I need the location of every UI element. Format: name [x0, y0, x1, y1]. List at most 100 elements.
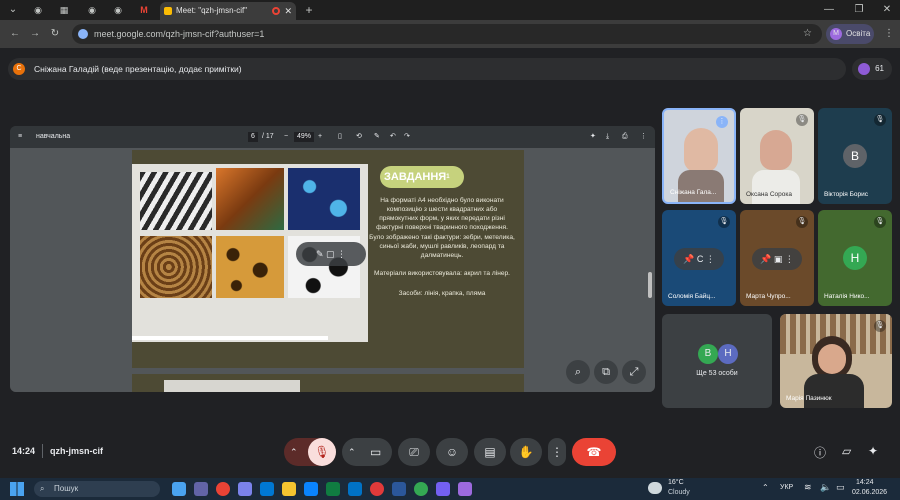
chrome-icon-2[interactable]: [414, 482, 428, 496]
present-screen-button[interactable]: ⎚: [398, 438, 430, 466]
zoom-out-icon[interactable]: −: [284, 126, 288, 148]
profile-button[interactable]: M Освіта: [826, 24, 874, 44]
participant-name: Марія Пазинюк: [786, 395, 832, 402]
participant-tile-5[interactable]: 📌 ▣ ⋮ 🎙 Марта Чупро...: [740, 210, 814, 306]
pdf-zoom-value[interactable]: 49%: [294, 132, 314, 142]
weather-temp[interactable]: 16°C: [668, 479, 684, 486]
redo-icon[interactable]: ↷: [404, 126, 410, 148]
gmail-tab-icon[interactable]: M: [132, 2, 156, 18]
chat-icon[interactable]: ▱: [842, 444, 851, 458]
activities-icon[interactable]: ✦: [868, 444, 878, 458]
maximize-icon[interactable]: ❐: [850, 2, 868, 18]
zoom-in-presentation-button[interactable]: ⌕: [566, 360, 590, 384]
taskbar-date[interactable]: 02.06.2026: [852, 489, 887, 496]
reload-icon[interactable]: ↻: [46, 26, 64, 42]
forward-icon[interactable]: →: [26, 26, 44, 42]
meeting-info-icon[interactable]: ⓘ: [814, 444, 826, 461]
mic-control-group[interactable]: ⌃ 🎙: [284, 438, 336, 466]
battery-icon[interactable]: ▭: [836, 482, 845, 493]
participant-tile-4[interactable]: 📌 С ⋮ 🎙 Соломія Байц...: [662, 210, 736, 306]
tab-meet[interactable]: Meet: "qzh-jmsn-cif" ✕: [160, 2, 296, 20]
file-explorer-icon[interactable]: [282, 482, 296, 496]
butterfly-texture-tile: [216, 168, 284, 230]
edge-icon[interactable]: [260, 482, 274, 496]
slide-page: ✎ ▢ ⋮ ЗАВДАННЯ1 На форматі А4 необхідно …: [132, 150, 524, 368]
taskbar-search-box[interactable]: ⌕ Пошук: [34, 481, 160, 497]
pdf-page-area[interactable]: ✎ ▢ ⋮ ЗАВДАННЯ1 На форматі А4 необхідно …: [10, 148, 655, 392]
close-window-icon[interactable]: ✕: [878, 2, 896, 18]
chrome-icon-3[interactable]: [458, 482, 472, 496]
mic-options-chevron-icon[interactable]: ⌃: [290, 438, 298, 466]
frog-texture-tile: [288, 168, 360, 230]
bookmark-star-icon[interactable]: ☆: [803, 24, 812, 44]
download-icon[interactable]: ⤓: [606, 126, 609, 148]
participant-tile-1[interactable]: ⋮ Сніжана Гала...: [662, 108, 736, 204]
tray-chevron-icon[interactable]: ⌃: [762, 483, 769, 492]
participant-video-2: [760, 130, 792, 170]
pdf-page-input[interactable]: 6: [248, 132, 258, 142]
print-icon[interactable]: ⎙: [622, 126, 628, 148]
pop-out-button[interactable]: ⧉: [594, 360, 618, 384]
volume-icon[interactable]: 🔈: [820, 482, 831, 493]
site-info-icon[interactable]: [78, 29, 88, 39]
image-overlay-controls[interactable]: ✎ ▢ ⋮: [296, 242, 366, 266]
captions-button[interactable]: ▤: [474, 438, 506, 466]
participant-avatar: С: [696, 254, 704, 264]
more-people-avatar-2: Н: [718, 344, 738, 364]
pinned-tab-1[interactable]: ◉: [26, 2, 50, 18]
more-people-tile[interactable]: В Н Ще 53 особи: [662, 314, 772, 408]
fullscreen-button[interactable]: ⤢: [622, 360, 646, 384]
participant-tile-7[interactable]: 🎙 Марія Пазинюк: [780, 314, 892, 408]
participant-avatar: Н: [843, 246, 867, 270]
zoom-in-icon[interactable]: +: [318, 126, 322, 148]
mail-icon[interactable]: [348, 482, 362, 496]
tile-controls[interactable]: 📌 ▣ ⋮: [752, 248, 802, 270]
camera-control-group[interactable]: ⌃ ▭: [342, 438, 392, 466]
language-indicator[interactable]: УКР: [780, 484, 793, 491]
browser-menu-icon[interactable]: ⋮: [880, 26, 898, 42]
fit-page-icon[interactable]: ▯: [338, 126, 342, 148]
meet-app-icon[interactable]: [238, 482, 252, 496]
rotate-icon[interactable]: ⟲: [356, 126, 362, 148]
excel-icon[interactable]: [326, 482, 340, 496]
pinned-tab-3[interactable]: ◉: [80, 2, 104, 18]
camera-icon[interactable]: ▭: [370, 438, 381, 466]
undo-icon[interactable]: ↶: [390, 126, 396, 148]
task-view-icon[interactable]: [172, 482, 186, 496]
more-options-button[interactable]: ⋮: [548, 438, 566, 466]
pinned-tab-2[interactable]: ▦: [52, 2, 76, 18]
emoji-reaction-button[interactable]: ☺: [436, 438, 468, 466]
store-icon[interactable]: [304, 482, 318, 496]
url-input[interactable]: meet.google.com/qzh-jmsn-cif?authuser=1 …: [72, 24, 822, 44]
annotate-icon[interactable]: ✎: [374, 126, 380, 148]
chrome-icon[interactable]: [216, 482, 230, 496]
participant-tile-3[interactable]: В 🎙 Вікторія Борис: [818, 108, 892, 204]
pdf-more-icon[interactable]: ⋮: [640, 126, 647, 148]
windows-start-icon[interactable]: [10, 482, 24, 496]
participant-tile-2[interactable]: 🎙 Оксана Сорока: [740, 108, 814, 204]
pdf-ai-icon[interactable]: ✦: [590, 126, 596, 148]
close-tab-icon[interactable]: ✕: [284, 2, 292, 20]
pinned-tab-4[interactable]: ◉: [106, 2, 130, 18]
viber-icon[interactable]: [436, 482, 450, 496]
mic-muted-icon: 🎙: [874, 114, 886, 126]
browser-tab-bar: ⌄ ◉ ▦ ◉ ◉ M Meet: "qzh-jmsn-cif" ✕ + — ❐…: [0, 0, 900, 20]
teams-icon[interactable]: [194, 482, 208, 496]
people-count-chip[interactable]: 61: [852, 58, 892, 80]
minimize-icon[interactable]: —: [820, 2, 838, 18]
new-tab-button[interactable]: +: [300, 2, 318, 18]
chrome-profile-icon[interactable]: [370, 482, 384, 496]
wifi-icon[interactable]: ≋: [804, 482, 812, 493]
word-icon[interactable]: [392, 482, 406, 496]
end-call-button[interactable]: ☎: [572, 438, 616, 466]
tile-controls[interactable]: 📌 С ⋮: [674, 248, 724, 270]
raise-hand-button[interactable]: ✋: [510, 438, 542, 466]
pdf-scrollbar[interactable]: [648, 272, 652, 298]
tab-search-icon[interactable]: ⌄: [4, 2, 22, 18]
taskbar-time[interactable]: 14:24: [856, 479, 874, 486]
mic-muted-button[interactable]: 🎙: [308, 438, 336, 466]
pdf-menu-icon[interactable]: ≡: [18, 126, 22, 148]
participant-tile-6[interactable]: Н 🎙 Наталія Нико...: [818, 210, 892, 306]
camera-options-chevron-icon[interactable]: ⌃: [348, 438, 356, 466]
back-icon[interactable]: ←: [6, 26, 24, 42]
